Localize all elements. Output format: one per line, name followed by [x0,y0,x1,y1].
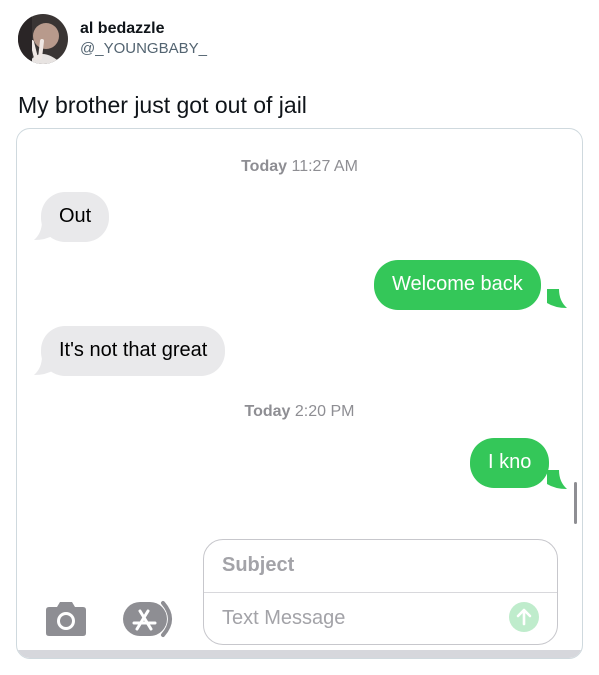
message-timestamp: Today 2:20 PM [17,403,582,421]
send-button[interactable] [509,602,539,632]
message-bubble-received[interactable]: It's not that great [41,326,226,376]
user-handle[interactable]: @_YOUNGBABY_ [80,39,207,59]
sent-bubble-tail [547,289,567,308]
app-store-icon [123,601,172,637]
text-message-field[interactable]: Text Message [204,593,557,645]
avatar[interactable] [18,14,68,64]
scrollbar[interactable] [574,482,577,524]
display-name[interactable]: al bedazzle [80,19,207,39]
message-bubble-received[interactable]: Out [41,192,110,242]
card-bottom-bar [17,650,582,658]
app-store-button[interactable] [121,599,183,639]
message-composer: Subject Text Message [203,539,558,645]
message-timestamp: Today 11:27 AM [17,158,582,176]
tweet-text: My brother just got out of jail [18,92,307,118]
avatar-image [18,14,68,64]
subject-field[interactable]: Subject [204,540,557,593]
timestamp-day: Today [244,403,291,420]
timestamp-time: 11:27 AM [291,158,358,175]
timestamp-time: 2:20 PM [294,403,355,420]
sent-bubble-tail [547,470,567,489]
camera-icon [46,602,86,636]
media-card[interactable]: Today 11:27 AM Out Welcome back It's not… [16,128,583,659]
message-bubble-sent[interactable]: Welcome back [374,260,541,310]
message-bubble-sent[interactable]: I kno [470,438,550,488]
timestamp-day: Today [241,158,288,175]
user-meta: al bedazzle @_YOUNGBABY_ [80,19,207,59]
camera-button[interactable] [43,601,89,637]
send-arrow-icon [516,608,532,626]
tweet-author: al bedazzle @_YOUNGBABY_ [18,14,207,64]
